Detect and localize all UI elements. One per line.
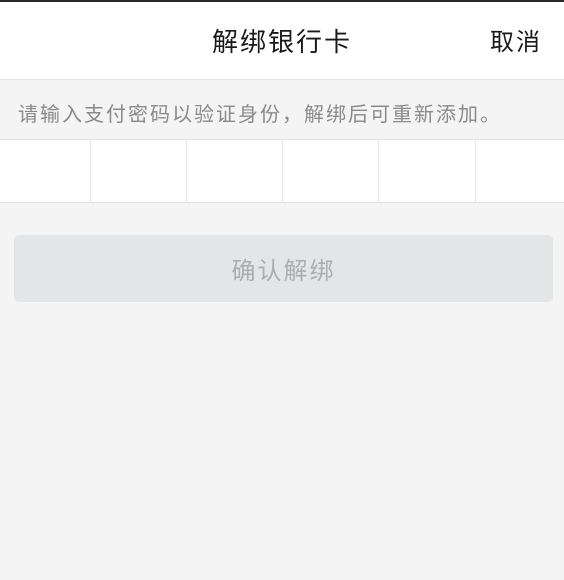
password-digit-box[interactable]	[379, 140, 476, 202]
password-digit-box[interactable]	[91, 140, 187, 202]
password-digit-box[interactable]	[0, 140, 91, 202]
cancel-button[interactable]: 取消	[490, 22, 542, 57]
password-digit-box[interactable]	[476, 140, 564, 202]
password-digit-box[interactable]	[283, 140, 379, 202]
password-input[interactable]	[0, 139, 564, 203]
instruction-text: 请输入支付密码以验证身份，解绑后可重新添加。	[18, 102, 502, 126]
confirm-unbind-button[interactable]: 确认解绑	[14, 235, 553, 302]
password-digit-box[interactable]	[187, 140, 283, 202]
header-bar: 解绑银行卡 取消	[0, 2, 564, 80]
page-title: 解绑银行卡	[211, 28, 352, 58]
